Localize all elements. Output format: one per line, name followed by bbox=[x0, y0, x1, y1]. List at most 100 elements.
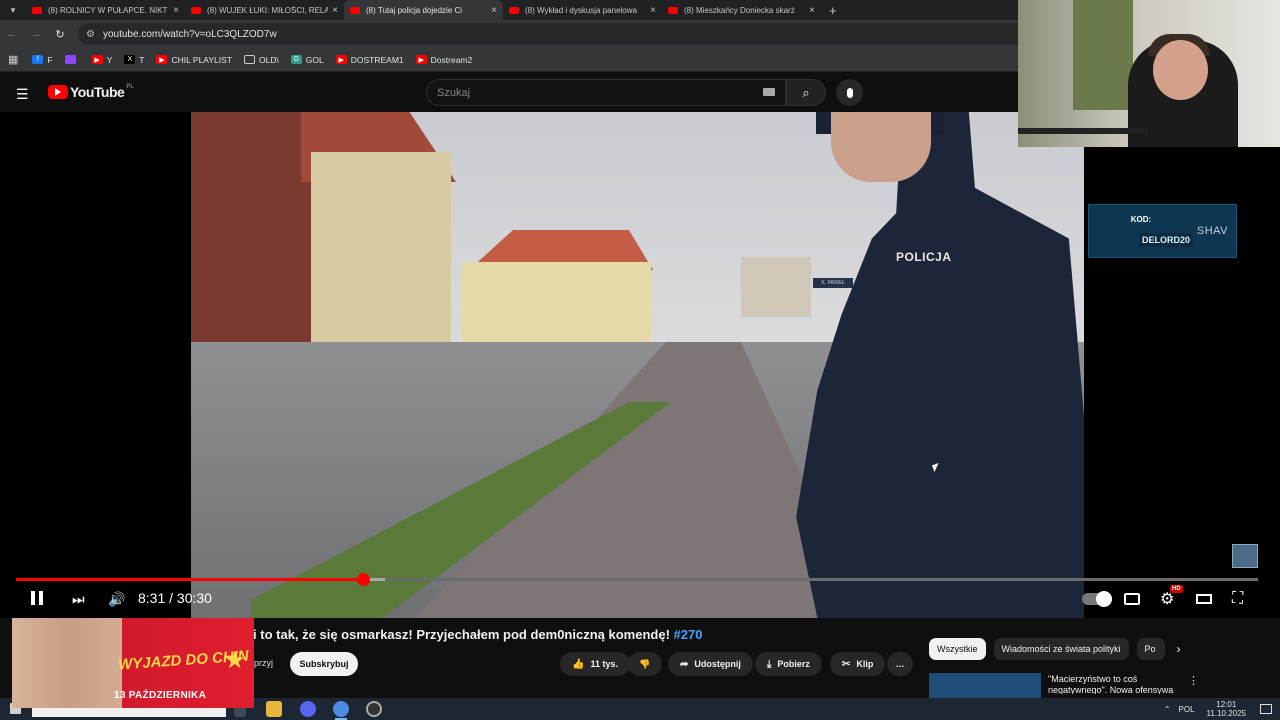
tab-title: (8) ROLNICY W PUŁAPCE. NIKT bbox=[48, 5, 168, 15]
next-icon: ⏭ bbox=[72, 590, 85, 607]
bookmark-item[interactable]: XT bbox=[124, 55, 144, 65]
hd-badge: HD bbox=[1170, 585, 1183, 593]
settings-button[interactable]: ⚙ HD bbox=[1160, 585, 1183, 609]
taskbar-clock[interactable]: 12:01 11.10.2025 bbox=[1207, 700, 1246, 718]
fullscreen-button[interactable]: ⛶ bbox=[1232, 589, 1243, 609]
folder-icon bbox=[243, 55, 255, 64]
browser-tab[interactable]: (8) ROLNICY W PUŁAPCE. NIKT × bbox=[26, 0, 185, 20]
like-button[interactable]: 👍 11 tys. bbox=[560, 652, 630, 676]
discord-icon[interactable] bbox=[300, 701, 316, 717]
browser-tab-active[interactable]: (8) Tutaj policja dojedzie Ci × bbox=[344, 0, 503, 20]
chrome-icon[interactable] bbox=[333, 701, 349, 720]
bookmark-item[interactable]: ▶ CHIL PLAYLIST bbox=[156, 55, 232, 65]
download-button[interactable]: ⤓ Pobierz bbox=[755, 652, 822, 676]
tray-chevron-icon[interactable]: ⌃ bbox=[1164, 705, 1171, 714]
tab-close-icon[interactable]: × bbox=[650, 5, 656, 16]
theater-mode-button[interactable] bbox=[1196, 589, 1212, 609]
more-actions-button[interactable]: … bbox=[887, 652, 913, 676]
reload-icon[interactable]: ↻ bbox=[48, 28, 72, 41]
related-thumbnail[interactable] bbox=[929, 673, 1041, 698]
subtitles-button[interactable] bbox=[1124, 589, 1140, 609]
clock-time: 12:01 bbox=[1216, 700, 1237, 709]
gol-icon: G bbox=[290, 55, 302, 64]
progress-played bbox=[16, 578, 363, 581]
download-label: Pobierz bbox=[777, 659, 810, 669]
video-player[interactable]: POLICJA K. PAWEŁ KOD: DELORD20 SHAV bbox=[0, 112, 1280, 618]
bookmark-item[interactable]: G GOL bbox=[290, 55, 324, 65]
channel-watermark-icon[interactable] bbox=[1232, 544, 1258, 568]
bookmark-item[interactable]: ▶ Dostream2 bbox=[415, 54, 473, 65]
chevron-right-icon[interactable]: › bbox=[1177, 642, 1181, 656]
system-tray: ⌃ POL 12:01 11.10.2025 bbox=[1164, 698, 1280, 720]
related-chips: Wszystkie Wiadomości ze świata polityki … bbox=[929, 638, 1181, 660]
apps-grid-icon[interactable]: ▦ bbox=[8, 53, 18, 66]
join-button-fragment[interactable]: przyj bbox=[254, 658, 273, 668]
youtube-play-icon bbox=[48, 85, 68, 99]
subscribe-button[interactable]: Subskrybuj bbox=[290, 652, 358, 676]
tab-close-icon[interactable]: × bbox=[173, 5, 179, 16]
promo-brand: SHAV bbox=[1196, 225, 1228, 237]
bookmark-label: T bbox=[139, 54, 145, 65]
related-more-icon[interactable]: ⋮ bbox=[1188, 674, 1199, 687]
youtube-icon: ▶ bbox=[91, 55, 103, 64]
autoplay-icon bbox=[1082, 591, 1112, 607]
file-explorer-icon[interactable] bbox=[266, 701, 282, 717]
search-input[interactable]: Szukaj bbox=[426, 79, 786, 106]
bookmark-item[interactable]: fF bbox=[32, 55, 53, 65]
webcam-mic-arm bbox=[1018, 128, 1148, 134]
pause-button[interactable] bbox=[31, 589, 47, 609]
chip-all[interactable]: Wszystkie bbox=[929, 638, 986, 660]
search-button[interactable]: ⌕ bbox=[786, 79, 826, 106]
time-display: 8:31 / 30:30 bbox=[138, 590, 212, 606]
video-frame[interactable]: POLICJA K. PAWEŁ bbox=[191, 112, 1084, 618]
share-button[interactable]: ➦ Udostępnij bbox=[668, 652, 753, 676]
tab-close-icon[interactable]: × bbox=[491, 5, 497, 16]
thumbs-down-icon: 👎 bbox=[639, 658, 651, 669]
forward-arrow-icon[interactable]: → bbox=[24, 28, 48, 40]
dislike-button[interactable]: 👎 bbox=[628, 652, 662, 676]
youtube-favicon-icon bbox=[191, 6, 201, 14]
officer-nametag: K. PAWEŁ bbox=[813, 278, 853, 288]
scissors-icon: ✂ bbox=[842, 658, 851, 670]
notifications-icon[interactable] bbox=[1260, 704, 1272, 714]
voice-search-button[interactable] bbox=[836, 79, 863, 106]
theater-icon bbox=[1196, 594, 1212, 604]
tab-close-icon[interactable]: × bbox=[332, 5, 338, 16]
banner-date: 13 PAŹDZIERNIKA bbox=[114, 690, 207, 701]
volume-button[interactable]: 🔊 bbox=[108, 589, 125, 609]
police-label: POLICJA bbox=[896, 250, 952, 264]
chip-politics[interactable]: Wiadomości ze świata polityki bbox=[993, 638, 1129, 660]
youtube-logo[interactable]: YouTube PL bbox=[48, 84, 134, 100]
video-hashtag[interactable]: #270 bbox=[674, 627, 703, 642]
browser-tab[interactable]: (8) Wykład i dyskusja panelowa × bbox=[503, 0, 662, 20]
progress-scrubber[interactable] bbox=[356, 573, 370, 586]
video-progress-bar[interactable] bbox=[16, 573, 1258, 586]
bookmark-label: Dostream2 bbox=[430, 54, 473, 65]
promo-code: DELORD20 bbox=[1139, 233, 1194, 247]
obs-icon[interactable] bbox=[366, 701, 382, 717]
twitch-icon bbox=[64, 55, 76, 64]
youtube-icon: ▶ bbox=[335, 55, 347, 64]
bookmark-item[interactable]: ▶ DOSTREAM1 bbox=[335, 55, 404, 65]
back-arrow-icon[interactable]: ← bbox=[0, 28, 24, 40]
bookmark-item[interactable]: ▶ Y bbox=[91, 55, 112, 65]
tab-search-button[interactable]: ▾ bbox=[0, 0, 26, 20]
autoplay-toggle[interactable] bbox=[1082, 589, 1112, 609]
next-button[interactable]: ⏭ bbox=[72, 589, 85, 609]
language-indicator[interactable]: POL bbox=[1179, 705, 1195, 714]
bookmark-item[interactable] bbox=[64, 55, 80, 64]
browser-tab[interactable]: (8) WUJEK ŁUKI: MIŁOŚCI, RELA × bbox=[185, 0, 344, 20]
tab-title: (8) WUJEK ŁUKI: MIŁOŚCI, RELA bbox=[207, 5, 329, 15]
related-title[interactable]: "Macierzyństwo to coś negatywnego". Nowa… bbox=[1048, 674, 1178, 694]
promo-kod-label: KOD: bbox=[1130, 215, 1152, 224]
keyboard-icon[interactable] bbox=[763, 88, 775, 96]
tab-close-icon[interactable]: × bbox=[809, 5, 815, 16]
menu-hamburger-icon[interactable]: ☰ bbox=[16, 86, 29, 103]
fullscreen-icon: ⛶ bbox=[1232, 590, 1244, 607]
clip-button[interactable]: ✂ Klip bbox=[830, 652, 886, 676]
new-tab-button[interactable]: + bbox=[829, 3, 837, 18]
bookmark-folder[interactable]: OLD\ bbox=[243, 55, 279, 65]
chip-partial[interactable]: Po bbox=[1136, 638, 1165, 660]
browser-tab[interactable]: (8) Mieszkańcy Doniecka skarż × bbox=[662, 0, 821, 20]
site-info-icon[interactable]: ⚙ bbox=[86, 29, 95, 40]
